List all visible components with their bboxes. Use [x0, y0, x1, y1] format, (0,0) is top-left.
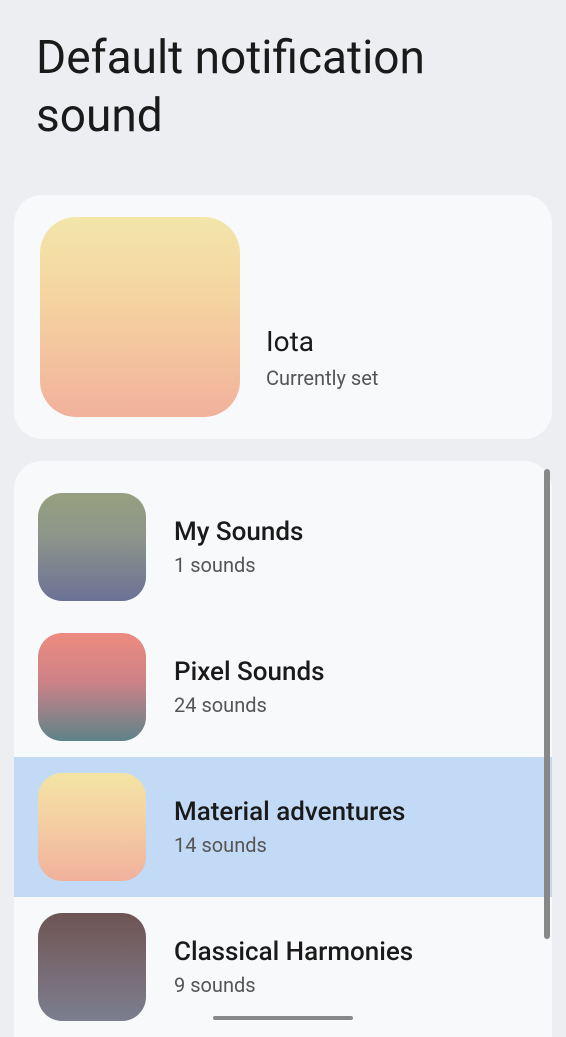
category-name: Classical Harmonies [174, 937, 413, 967]
category-name: My Sounds [174, 517, 303, 547]
category-swatch [38, 913, 146, 1021]
current-sound-name: Iota [266, 325, 378, 358]
sound-category-list: My Sounds 1 sounds Pixel Sounds 24 sound… [14, 461, 552, 1037]
current-sound-info: Iota Currently set [266, 245, 378, 390]
category-info: My Sounds 1 sounds [174, 517, 303, 577]
current-sound-swatch [40, 217, 240, 417]
scrollbar[interactable] [544, 469, 550, 939]
category-item-material-adventures[interactable]: Material adventures 14 sounds [14, 757, 552, 897]
category-count: 9 sounds [174, 973, 413, 997]
category-swatch [38, 493, 146, 601]
category-name: Pixel Sounds [174, 657, 325, 687]
category-info: Classical Harmonies 9 sounds [174, 937, 413, 997]
category-info: Pixel Sounds 24 sounds [174, 657, 325, 717]
gesture-handle[interactable] [213, 1016, 353, 1020]
category-count: 24 sounds [174, 693, 325, 717]
page-title: Default notification sound [0, 0, 566, 155]
category-info: Material adventures 14 sounds [174, 797, 405, 857]
current-sound-status: Currently set [266, 366, 378, 390]
category-count: 14 sounds [174, 833, 405, 857]
category-count: 1 sounds [174, 553, 303, 577]
category-swatch [38, 773, 146, 881]
category-item-my-sounds[interactable]: My Sounds 1 sounds [14, 477, 552, 617]
category-item-pixel-sounds[interactable]: Pixel Sounds 24 sounds [14, 617, 552, 757]
category-name: Material adventures [174, 797, 405, 827]
category-swatch [38, 633, 146, 741]
current-sound-card[interactable]: Iota Currently set [14, 195, 552, 439]
